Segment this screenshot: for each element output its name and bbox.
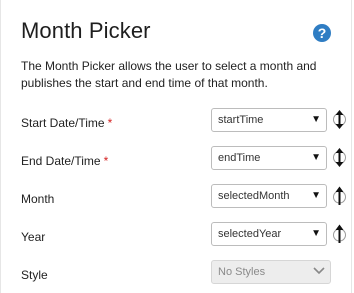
select-value: No Styles: [218, 266, 266, 278]
start-time-select[interactable]: startTime ▼: [211, 108, 327, 132]
chevron-down-icon: [313, 266, 325, 279]
required-marker: *: [103, 154, 109, 168]
field-row-start-time: Start Date/Time * startTime ▼: [21, 108, 351, 138]
dropdown-arrow-icon: ▼: [311, 152, 321, 163]
field-label: Year: [21, 230, 46, 244]
dropdown-arrow-icon: ▼: [311, 228, 321, 239]
field-row-month: Month selectedMonth ▼: [21, 184, 351, 214]
output-binding-icon[interactable]: [330, 185, 350, 207]
dropdown-arrow-icon: ▼: [311, 114, 321, 125]
select-value: selectedYear: [218, 228, 282, 240]
field-row-year: Year selectedYear ▼: [21, 222, 351, 252]
field-label: Style: [21, 268, 48, 282]
panel-title: Month Picker: [21, 18, 151, 43]
select-value: startTime: [218, 114, 264, 126]
select-value: endTime: [218, 152, 261, 164]
field-label: Start Date/Time *: [21, 116, 113, 130]
required-marker: *: [107, 116, 113, 130]
month-select[interactable]: selectedMonth ▼: [211, 184, 327, 208]
help-icon[interactable]: ?: [313, 24, 331, 42]
style-select[interactable]: No Styles: [211, 260, 331, 284]
panel-description: The Month Picker allows the user to sele…: [21, 59, 317, 90]
dropdown-arrow-icon: ▼: [311, 190, 321, 201]
output-binding-icon[interactable]: [330, 223, 350, 245]
year-select[interactable]: selectedYear ▼: [211, 222, 327, 246]
field-label: Month: [21, 192, 55, 206]
bidirectional-binding-icon[interactable]: [330, 109, 350, 131]
field-label: End Date/Time *: [21, 154, 109, 168]
field-row-end-time: End Date/Time * endTime ▼: [21, 146, 351, 176]
select-value: selectedMonth: [218, 190, 290, 202]
month-picker-panel: Month Picker ? The Month Picker allows t…: [0, 0, 352, 293]
end-time-select[interactable]: endTime ▼: [211, 146, 327, 170]
field-row-style: Style No Styles: [21, 260, 351, 290]
bidirectional-binding-icon[interactable]: [330, 147, 350, 169]
